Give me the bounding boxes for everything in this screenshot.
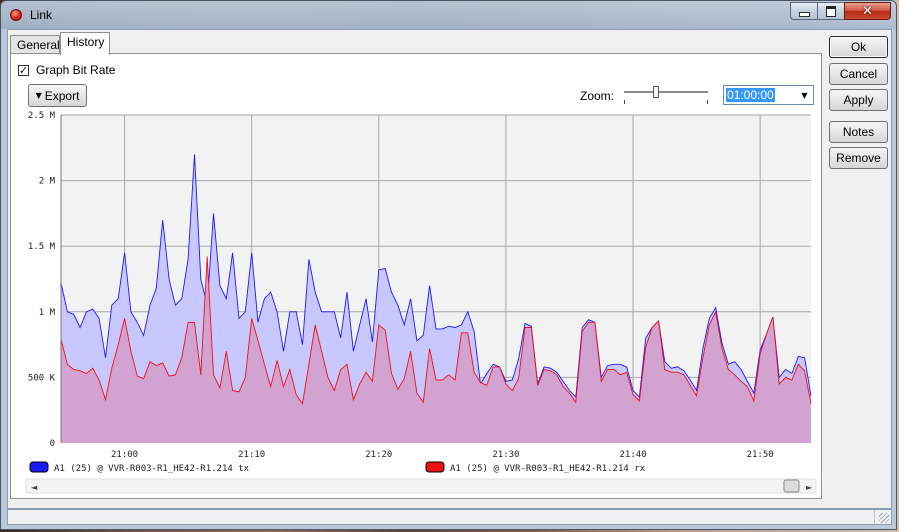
- y-tick-label: 2.5 M: [28, 111, 56, 121]
- link-window: Link ✕ General History ✓ Graph Bit Rate …: [0, 0, 897, 530]
- resize-grip-icon[interactable]: [879, 513, 889, 523]
- title-bar[interactable]: Link ✕: [1, 1, 896, 29]
- bitrate-chart: 0 500 K 1 M 1.5 M 2 M 2.5 M 21:00 21:10 21:20 21…: [12, 109, 820, 497]
- dialog-client: General History ✓ Graph Bit Rate ▼ Expor…: [7, 29, 892, 509]
- bitrate-chart-svg: 0 500 K 1 M 1.5 M 2 M 2.5 M 21:00 21:10 21:20 21…: [12, 109, 820, 497]
- zoom-label: Zoom:: [580, 89, 615, 103]
- legend-label-rx: A1 (25) @ VVR-R003-R1_HE42-R1.214 rx: [450, 464, 646, 474]
- tab-history[interactable]: History: [60, 32, 110, 55]
- zoom-slider-thumb[interactable]: [653, 86, 659, 98]
- apply-button[interactable]: Apply: [829, 89, 888, 111]
- legend-swatch-tx: [29, 461, 49, 473]
- legend-label-tx: A1 (25) @ VVR-R003-R1_HE42-R1.214 tx: [54, 464, 250, 474]
- zoom-slider-tick: [624, 100, 625, 104]
- y-tick-label: 1 M: [39, 308, 56, 318]
- close-button[interactable]: ✕: [844, 2, 891, 20]
- close-icon: ✕: [862, 3, 873, 19]
- scroll-right-icon[interactable]: ►: [806, 483, 813, 492]
- cancel-button[interactable]: Cancel: [829, 63, 888, 85]
- zoom-slider-track: [624, 91, 708, 94]
- notes-button[interactable]: Notes: [829, 121, 888, 143]
- ok-button[interactable]: Ok: [829, 36, 888, 58]
- maximize-icon: [826, 5, 836, 17]
- x-tick-label: 21:20: [365, 450, 392, 460]
- scrollbar-track: [25, 478, 817, 494]
- x-tick-label: 21:00: [111, 450, 138, 460]
- zoom-slider-tick: [707, 100, 708, 104]
- remove-button[interactable]: Remove: [829, 147, 888, 169]
- y-tick-label: 2 M: [39, 177, 56, 187]
- export-label: Export: [44, 88, 80, 103]
- graph-bit-rate-option[interactable]: ✓ Graph Bit Rate: [18, 63, 115, 77]
- tab-general[interactable]: General: [10, 35, 60, 54]
- y-tick-label: 1.5 M: [28, 242, 56, 252]
- scroll-left-icon[interactable]: ◄: [31, 483, 38, 492]
- y-tick-label: 0: [50, 439, 55, 449]
- zoom-slider[interactable]: [621, 83, 711, 107]
- x-tick-label: 21:40: [619, 450, 646, 460]
- status-bar: [7, 509, 892, 525]
- app-icon: [10, 9, 22, 21]
- x-tick-label: 21:30: [492, 450, 519, 460]
- maximize-button[interactable]: [817, 2, 845, 20]
- zoom-select-value: 01:00:00: [726, 88, 775, 102]
- status-segment: [8, 510, 875, 524]
- graph-bit-rate-checkbox[interactable]: ✓: [18, 64, 29, 76]
- graph-bit-rate-label: Graph Bit Rate: [36, 63, 116, 77]
- x-tick-label: 21:50: [747, 450, 774, 460]
- horizontal-scrollbar[interactable]: ◄ ►: [25, 478, 817, 494]
- y-tick-label: 500 K: [28, 373, 56, 383]
- history-panel: ✓ Graph Bit Rate ▼ Export Zoom: 01:00:00…: [10, 53, 822, 499]
- export-button[interactable]: ▼ Export: [28, 84, 87, 107]
- scrollbar-thumb[interactable]: [783, 479, 800, 493]
- x-tick-label: 21:10: [238, 450, 265, 460]
- window-title: Link: [30, 8, 53, 22]
- minimize-button[interactable]: [790, 2, 818, 20]
- caret-down-icon: ▼: [35, 91, 42, 100]
- legend-swatch-rx: [425, 461, 445, 473]
- zoom-select[interactable]: 01:00:00 ▼: [723, 85, 814, 105]
- chevron-down-icon[interactable]: ▼: [797, 87, 812, 103]
- minimize-icon: [798, 11, 810, 17]
